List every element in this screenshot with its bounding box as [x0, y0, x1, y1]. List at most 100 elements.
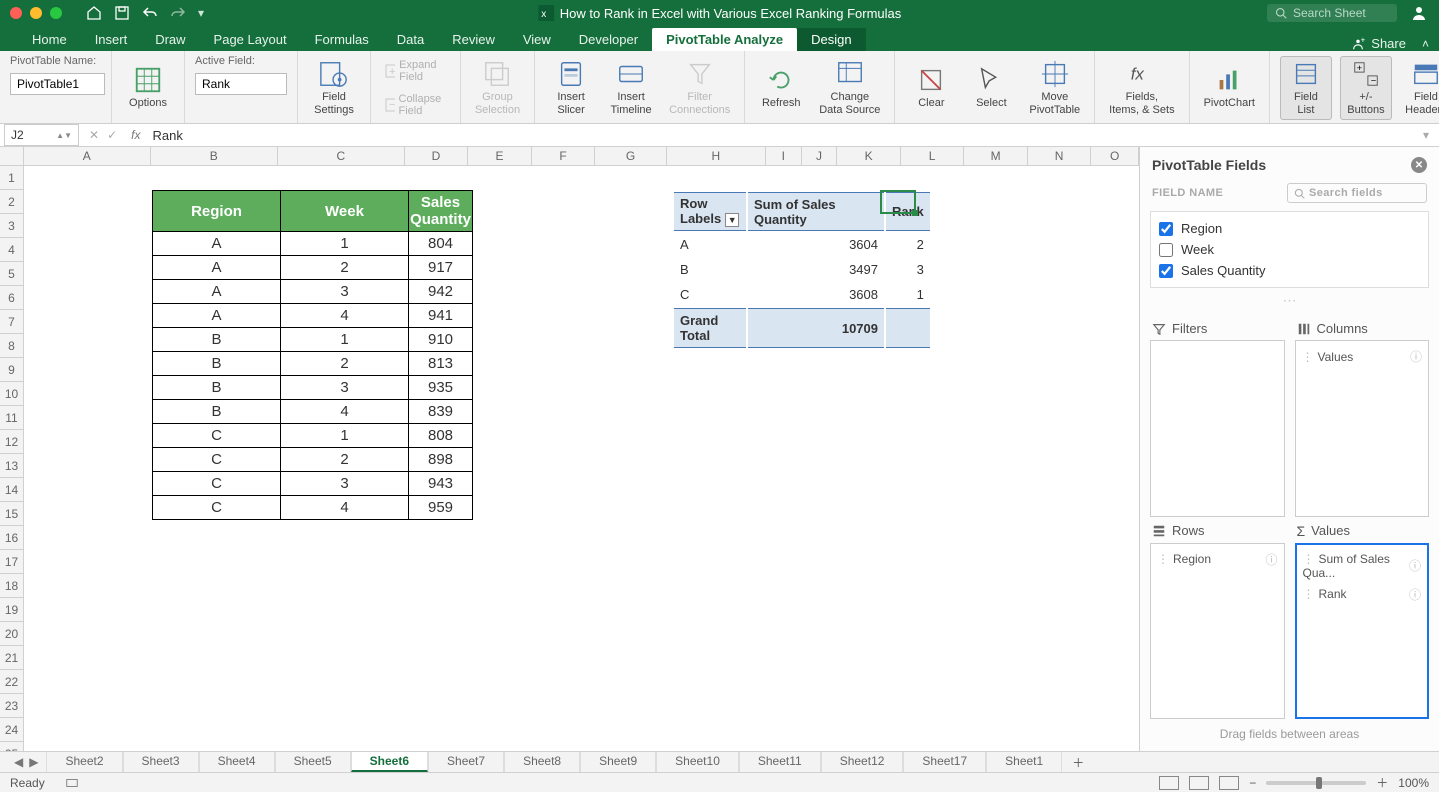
column-header-J[interactable]: J [802, 147, 838, 165]
sheet-tab-sheet17[interactable]: Sheet17 [903, 752, 986, 772]
column-header-A[interactable]: A [24, 147, 151, 165]
pivot-cell[interactable]: A [674, 233, 746, 256]
table-cell[interactable]: B [153, 352, 281, 376]
insert-slicer-button[interactable]: Insert Slicer [545, 57, 597, 119]
table-cell[interactable]: 917 [409, 256, 473, 280]
pivot-header[interactable]: Sum of Sales Quantity [748, 192, 884, 231]
row-header-8[interactable]: 8 [0, 334, 23, 358]
pivot-cell[interactable]: 3604 [748, 233, 884, 256]
table-cell[interactable]: 1 [281, 232, 409, 256]
refresh-button[interactable]: Refresh [755, 63, 807, 112]
row-header-22[interactable]: 22 [0, 670, 23, 694]
row-header-3[interactable]: 3 [0, 214, 23, 238]
area-item[interactable]: ⋮Rankⓘ [1301, 583, 1424, 606]
row-header-23[interactable]: 23 [0, 694, 23, 718]
pivot-cell[interactable]: C [674, 283, 746, 306]
pivot-grand-total[interactable]: 10709 [748, 308, 884, 348]
column-header-I[interactable]: I [766, 147, 802, 165]
row-header-15[interactable]: 15 [0, 502, 23, 526]
values-drop-area[interactable]: ⋮Sum of Sales Qua...ⓘ⋮Rankⓘ [1295, 543, 1430, 720]
row-header-1[interactable]: 1 [0, 166, 23, 190]
pivot-cell[interactable]: B [674, 258, 746, 281]
tab-review[interactable]: Review [438, 28, 509, 51]
row-header-6[interactable]: 6 [0, 286, 23, 310]
sheet-tab-sheet3[interactable]: Sheet3 [123, 752, 199, 772]
field-checkbox-region[interactable]: Region [1159, 218, 1420, 239]
row-header-13[interactable]: 13 [0, 454, 23, 478]
sheet-tab-sheet12[interactable]: Sheet12 [821, 752, 904, 772]
row-header-11[interactable]: 11 [0, 406, 23, 430]
sheet-tab-sheet1[interactable]: Sheet1 [986, 752, 1062, 772]
group-selection-button[interactable]: Group Selection [471, 57, 524, 119]
row-header-17[interactable]: 17 [0, 550, 23, 574]
area-item[interactable]: ⋮Sum of Sales Qua...ⓘ [1301, 549, 1424, 583]
table-cell[interactable]: C [153, 496, 281, 520]
table-cell[interactable]: C [153, 472, 281, 496]
pivot-cell[interactable]: 3 [886, 258, 930, 281]
options-button[interactable]: Options [122, 63, 174, 112]
search-fields-input[interactable]: Search fields [1287, 183, 1427, 203]
undo-icon[interactable] [142, 5, 158, 21]
table-cell[interactable]: 898 [409, 448, 473, 472]
field-list-button[interactable]: Field List [1280, 56, 1332, 120]
row-header-5[interactable]: 5 [0, 262, 23, 286]
zoom-window-button[interactable] [50, 7, 62, 19]
table-cell[interactable]: C [153, 424, 281, 448]
tab-home[interactable]: Home [18, 28, 81, 51]
move-pivottable-button[interactable]: Move PivotTable [1025, 57, 1084, 119]
formula-content[interactable]: Rank [148, 128, 1413, 143]
worksheet-grid[interactable]: ABCDEFGHIJKLMNO 123456789101112131415161… [0, 147, 1139, 751]
prev-sheet-button[interactable]: ◀ [14, 755, 23, 769]
table-cell[interactable]: C [153, 448, 281, 472]
zoom-out-button[interactable]: − [1249, 776, 1256, 790]
page-break-view-button[interactable] [1219, 776, 1239, 790]
name-box[interactable]: J2 ▲▼ [4, 124, 79, 146]
fields-items-sets-button[interactable]: fxFields, Items, & Sets [1105, 57, 1178, 119]
search-sheet-box[interactable]: Search Sheet [1267, 4, 1397, 22]
account-icon[interactable] [1411, 5, 1427, 21]
normal-view-button[interactable] [1159, 776, 1179, 790]
sheet-tab-sheet6[interactable]: Sheet6 [351, 752, 428, 772]
tab-page-layout[interactable]: Page Layout [200, 28, 301, 51]
row-header-24[interactable]: 24 [0, 718, 23, 742]
sheet-tab-sheet4[interactable]: Sheet4 [199, 752, 275, 772]
table-cell[interactable]: 813 [409, 352, 473, 376]
column-header-M[interactable]: M [964, 147, 1028, 165]
field-checkbox-week[interactable]: Week [1159, 239, 1420, 260]
table-cell[interactable]: A [153, 256, 281, 280]
table-cell[interactable]: 3 [281, 472, 409, 496]
rows-drop-area[interactable]: ⋮Regionⓘ [1150, 543, 1285, 720]
tab-draw[interactable]: Draw [141, 28, 199, 51]
row-header-25[interactable]: 25 [0, 742, 23, 751]
info-icon[interactable]: ⓘ [1409, 557, 1421, 574]
table-cell[interactable]: 2 [281, 256, 409, 280]
table-cell[interactable]: 4 [281, 304, 409, 328]
active-field-input[interactable] [195, 73, 287, 95]
select-button[interactable]: Select [965, 63, 1017, 112]
table-cell[interactable]: 935 [409, 376, 473, 400]
tab-insert[interactable]: Insert [81, 28, 142, 51]
row-header-12[interactable]: 12 [0, 430, 23, 454]
sheet-tab-sheet11[interactable]: Sheet11 [739, 752, 821, 772]
tab-developer[interactable]: Developer [565, 28, 652, 51]
sheet-tab-sheet5[interactable]: Sheet5 [275, 752, 351, 772]
column-header-E[interactable]: E [468, 147, 532, 165]
dropdown-icon[interactable]: ▼ [725, 213, 739, 227]
info-icon[interactable]: ⓘ [1409, 586, 1421, 603]
row-header-20[interactable]: 20 [0, 622, 23, 646]
close-window-button[interactable] [10, 7, 22, 19]
zoom-in-button[interactable]: ＋ [1376, 774, 1388, 791]
tab-pivottable-analyze[interactable]: PivotTable Analyze [652, 28, 797, 51]
collapse-ribbon-icon[interactable]: ˄ [1412, 37, 1439, 51]
field-settings-button[interactable]: Field Settings [308, 57, 360, 119]
minimize-window-button[interactable] [30, 7, 42, 19]
field-checkbox-sales-quantity[interactable]: Sales Quantity [1159, 260, 1420, 281]
table-cell[interactable]: B [153, 400, 281, 424]
filter-connections-button[interactable]: Filter Connections [665, 57, 734, 119]
page-layout-view-button[interactable] [1189, 776, 1209, 790]
table-cell[interactable]: A [153, 304, 281, 328]
table-cell[interactable]: A [153, 280, 281, 304]
row-header-18[interactable]: 18 [0, 574, 23, 598]
row-header-16[interactable]: 16 [0, 526, 23, 550]
info-icon[interactable]: ⓘ [1410, 348, 1422, 365]
